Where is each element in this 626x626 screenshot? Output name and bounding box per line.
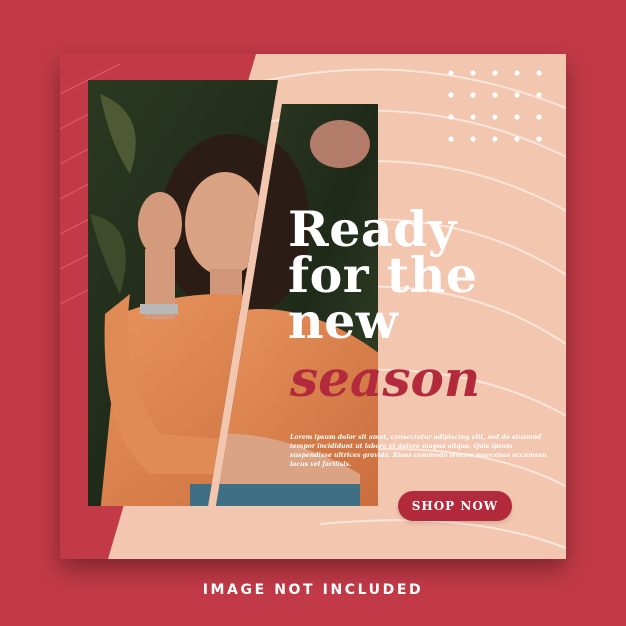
headline-accent: season xyxy=(290,349,481,408)
headline-line-3: new xyxy=(288,292,399,350)
shop-now-button[interactable]: SHOP NOW xyxy=(398,491,512,521)
headline: Ready for the new xyxy=(288,205,558,350)
footer-note: IMAGE NOT INCLUDED xyxy=(202,582,424,598)
promo-card: Ready for the new season Lorem ipsum dol… xyxy=(60,54,566,559)
body-copy: Lorem ipsum dolor sit amet, consectetur … xyxy=(290,434,547,468)
dot-grid-decoration xyxy=(445,67,555,157)
